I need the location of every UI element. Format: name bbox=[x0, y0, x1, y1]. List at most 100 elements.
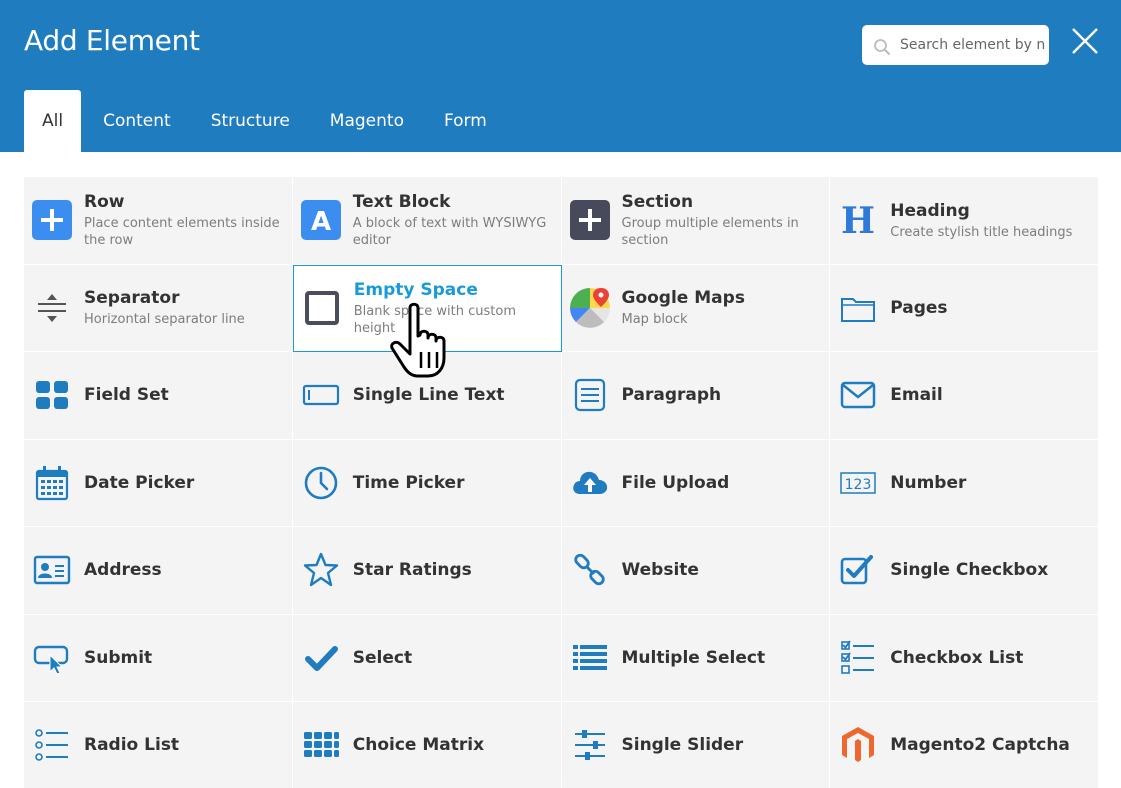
element-description: Group multiple elements in section bbox=[621, 216, 799, 249]
element-tile-single-line-text[interactable]: Single Line Text bbox=[292, 352, 562, 440]
element-tile-paragraph[interactable]: Paragraph bbox=[561, 352, 831, 440]
element-tile-email[interactable]: Email bbox=[830, 352, 1099, 440]
element-tile-text-block[interactable]: A Text Block A block of text with WYSIWYG … bbox=[292, 177, 562, 265]
element-tile-google-maps[interactable]: Google Maps Map block bbox=[561, 264, 831, 352]
element-name: Heading bbox=[890, 200, 970, 221]
list-icon bbox=[570, 638, 610, 678]
element-name: Select bbox=[352, 647, 413, 668]
element-tile-file-upload[interactable]: File Upload bbox=[561, 439, 831, 527]
element-name: Text Block bbox=[352, 192, 451, 213]
element-name: Email bbox=[890, 385, 943, 406]
element-name: Field Set bbox=[84, 385, 169, 406]
element-text: Checkbox List bbox=[890, 647, 1023, 669]
element-text: Multiple Select bbox=[622, 647, 766, 669]
element-tile-pages[interactable]: Pages bbox=[830, 264, 1099, 352]
checkbox-icon bbox=[838, 550, 878, 590]
element-name: Choice Matrix bbox=[352, 735, 485, 756]
plus-square-dark-icon bbox=[569, 200, 610, 241]
number-123-icon: 123 bbox=[838, 463, 878, 503]
element-name: Star Ratings bbox=[352, 560, 472, 581]
element-tile-magento2-captcha[interactable]: Magento2 Captcha bbox=[830, 702, 1099, 788]
element-description: Map block bbox=[621, 312, 688, 328]
element-tile-date-picker[interactable]: Date Picker bbox=[24, 439, 293, 527]
google-maps-icon bbox=[569, 287, 610, 328]
element-text: Date Picker bbox=[84, 472, 194, 494]
search-input[interactable] bbox=[900, 25, 1045, 65]
matrix-grid-icon bbox=[301, 725, 341, 765]
element-tile-star-ratings[interactable]: Star Ratings bbox=[292, 527, 562, 615]
envelope-icon bbox=[838, 375, 878, 415]
element-tile-choice-matrix[interactable]: Choice Matrix bbox=[292, 702, 562, 788]
element-description: A block of text with WYSIWYG editor bbox=[352, 216, 547, 249]
search-icon bbox=[874, 39, 890, 55]
element-tile-single-slider[interactable]: Single Slider bbox=[561, 702, 831, 788]
element-text: Email bbox=[890, 384, 942, 406]
element-tile-field-set[interactable]: Field Set bbox=[24, 352, 293, 440]
element-name: Single Slider bbox=[621, 735, 744, 756]
element-tile-checkbox-list[interactable]: Checkbox List bbox=[830, 614, 1099, 702]
element-text: Website bbox=[622, 559, 699, 581]
fieldset-grid-icon bbox=[32, 375, 72, 415]
dialog-header: Add Element All Content Structure Magent… bbox=[0, 0, 1121, 152]
paragraph-icon bbox=[570, 375, 610, 415]
dialog-title: Add Element bbox=[24, 24, 200, 57]
element-tile-number[interactable]: 123 Number bbox=[830, 439, 1099, 527]
link-icon bbox=[570, 550, 610, 590]
search-box[interactable] bbox=[862, 25, 1049, 65]
element-tile-row[interactable]: Row Place content elements inside the row bbox=[24, 177, 293, 265]
element-text: File Upload bbox=[622, 472, 730, 494]
element-description: Blank space with custom height bbox=[353, 304, 517, 337]
element-text: Single Line Text bbox=[353, 384, 505, 406]
element-tile-address[interactable]: Address bbox=[24, 527, 293, 615]
element-tile-empty-space[interactable]: Empty Space Blank space with custom heigh… bbox=[292, 264, 562, 352]
element-description: Place content elements inside the row bbox=[84, 216, 280, 249]
element-name: Row bbox=[84, 192, 125, 213]
element-text: Star Ratings bbox=[353, 559, 472, 581]
element-description: Horizontal separator line bbox=[84, 312, 245, 328]
element-text: Choice Matrix bbox=[353, 734, 484, 756]
svg-text:A: A bbox=[311, 207, 331, 237]
element-text: Address bbox=[84, 559, 162, 581]
element-name: Checkbox List bbox=[890, 647, 1024, 668]
element-tile-time-picker[interactable]: Time Picker bbox=[292, 439, 562, 527]
element-tile-website[interactable]: Website bbox=[561, 527, 831, 615]
plus-square-icon bbox=[32, 200, 72, 241]
element-text: Empty Space Blank space with custom heigh… bbox=[354, 279, 559, 337]
element-name: Empty Space bbox=[353, 280, 478, 301]
element-tile-single-checkbox[interactable]: Single Checkbox bbox=[830, 527, 1099, 615]
tab-all[interactable]: All bbox=[24, 90, 82, 152]
element-name: Time Picker bbox=[352, 472, 465, 493]
element-tile-select[interactable]: Select bbox=[292, 614, 562, 702]
tab-magento[interactable]: Magento bbox=[310, 90, 424, 152]
element-name: Google Maps bbox=[621, 288, 745, 309]
element-name: Number bbox=[890, 472, 967, 493]
element-name: Radio List bbox=[84, 735, 180, 756]
calendar-icon bbox=[32, 463, 72, 503]
clock-icon bbox=[301, 463, 341, 503]
cloud-upload-icon bbox=[570, 463, 610, 503]
element-tile-multiple-select[interactable]: Multiple Select bbox=[561, 614, 831, 702]
element-tile-radio-list[interactable]: Radio List bbox=[24, 702, 293, 788]
submit-cursor-icon bbox=[32, 638, 72, 678]
element-text: Text Block A block of text with WYSIWYG e… bbox=[353, 191, 558, 249]
element-text: Separator Horizontal separator line bbox=[84, 287, 245, 328]
close-icon[interactable] bbox=[1070, 26, 1100, 56]
element-name: Magento2 Captcha bbox=[890, 735, 1070, 756]
element-text: Section Group multiple elements in sectio… bbox=[622, 191, 827, 249]
element-tile-separator[interactable]: Separator Horizontal separator line bbox=[24, 264, 293, 352]
tab-form[interactable]: Form bbox=[424, 90, 507, 152]
element-tile-section[interactable]: Section Group multiple elements in sectio… bbox=[561, 177, 831, 265]
element-name: File Upload bbox=[621, 472, 730, 493]
element-tile-submit[interactable]: Submit bbox=[24, 614, 293, 702]
svg-text:H: H bbox=[841, 200, 875, 240]
category-tabs: All Content Structure Magento Form bbox=[24, 90, 507, 152]
element-text: Submit bbox=[84, 647, 152, 669]
element-name: Single Checkbox bbox=[890, 560, 1049, 581]
tab-content[interactable]: Content bbox=[83, 90, 191, 152]
element-tile-heading[interactable]: H Heading Create stylish title headings bbox=[830, 177, 1099, 265]
tab-structure[interactable]: Structure bbox=[191, 90, 310, 152]
element-name: Website bbox=[621, 560, 699, 581]
element-text: Time Picker bbox=[353, 472, 465, 494]
element-text: Number bbox=[890, 472, 966, 494]
text-input-icon bbox=[301, 375, 341, 415]
